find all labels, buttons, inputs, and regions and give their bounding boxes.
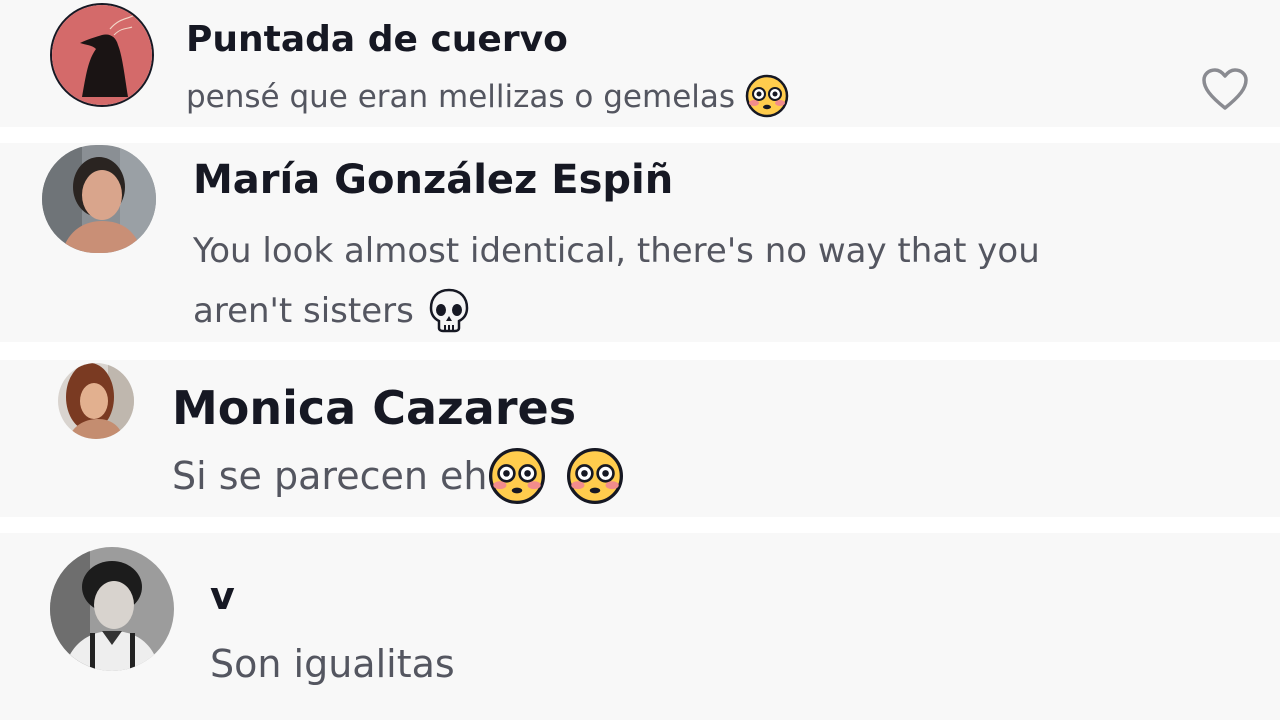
comment-username[interactable]: v — [210, 571, 235, 621]
crow-avatar-image — [52, 5, 152, 105]
comment-item[interactable]: v Son igualitas — [0, 533, 1280, 720]
avatar[interactable] — [42, 145, 156, 253]
comment-text-content: Si se parecen eh — [172, 454, 488, 498]
skull-emoji-icon — [425, 286, 473, 334]
comment-text: You look almost identical, there's no wa… — [193, 221, 1040, 341]
comment-text: Son igualitas — [210, 639, 455, 689]
comment-item[interactable]: Monica Cazares Si se parecen eh — [0, 360, 1280, 517]
flushed-face-emoji-icon — [745, 74, 789, 118]
comment-username[interactable]: Monica Cazares — [172, 380, 576, 436]
comment-username[interactable]: Puntada de cuervo — [186, 18, 568, 62]
comment-text-content: aren't sisters — [193, 291, 414, 331]
comment-text-line: You look almost identical, there's no wa… — [193, 231, 1040, 271]
comment-item[interactable]: María González Espiñ You look almost ide… — [0, 143, 1280, 342]
comment-username[interactable]: María González Espiñ — [193, 156, 673, 204]
photo-avatar-image — [50, 547, 174, 671]
avatar[interactable] — [58, 363, 134, 439]
comment-text-content: pensé que eran mellizas o gemelas — [186, 79, 736, 115]
flushed-face-emoji-icon — [566, 447, 624, 505]
comment-text-content: Son igualitas — [210, 642, 455, 686]
photo-avatar-image — [58, 363, 134, 439]
avatar[interactable] — [50, 547, 174, 671]
comment-text: Si se parecen eh — [172, 446, 624, 508]
comment-text: pensé que eran mellizas o gemelas — [186, 74, 789, 121]
photo-avatar-image — [42, 145, 156, 253]
heart-outline-icon[interactable] — [1200, 66, 1250, 114]
comment-item[interactable]: Puntada de cuervo pensé que eran melliza… — [0, 0, 1280, 127]
flushed-face-emoji-icon — [488, 447, 546, 505]
avatar[interactable] — [50, 3, 154, 107]
comment-text-line: aren't sisters — [193, 281, 1040, 341]
